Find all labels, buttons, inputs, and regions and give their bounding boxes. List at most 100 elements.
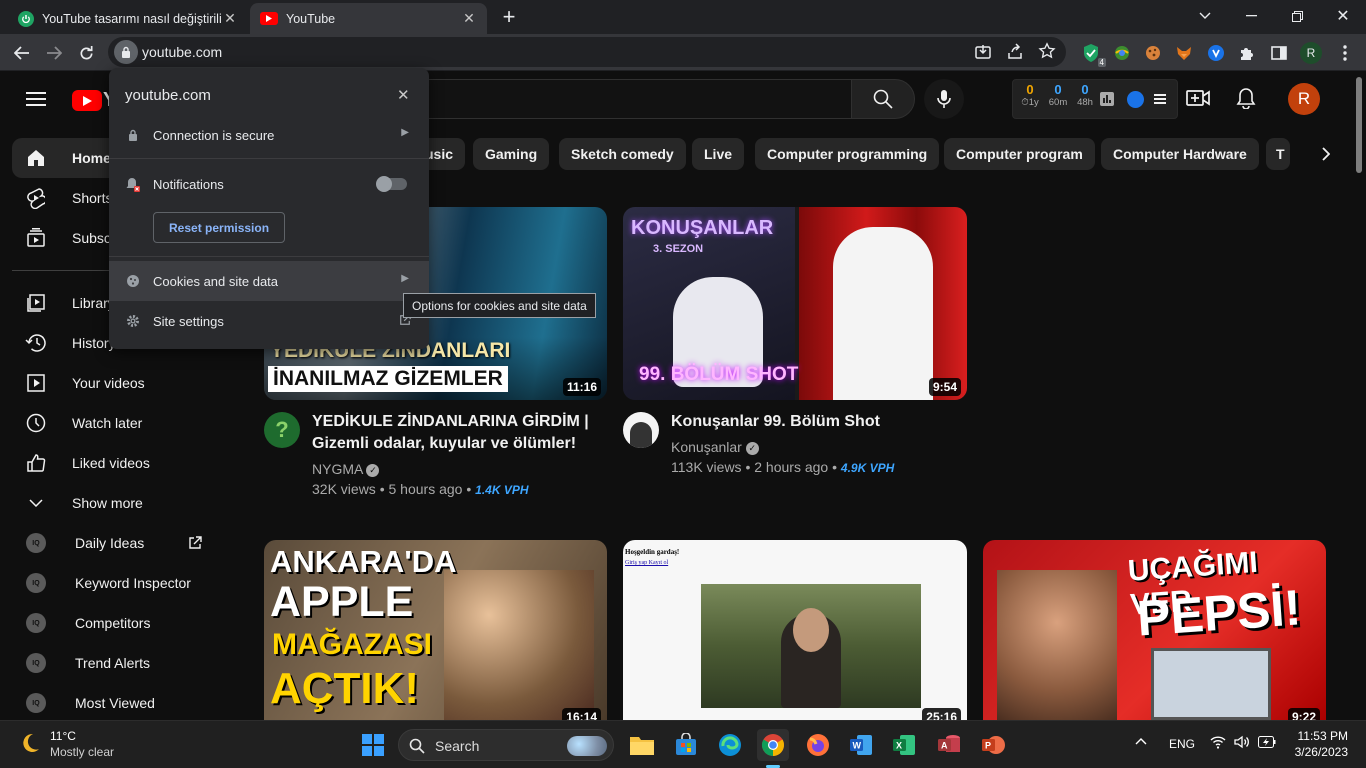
back-icon[interactable] <box>9 40 35 66</box>
youtube-avatar[interactable]: R <box>1288 83 1320 115</box>
access-icon[interactable]: A <box>933 729 965 761</box>
chip-live[interactable]: Live <box>692 138 745 170</box>
vidiq-extension-icon[interactable] <box>1203 40 1229 66</box>
chips-next-button[interactable] <box>1296 134 1344 174</box>
notifications-bell-icon[interactable] <box>1236 87 1256 109</box>
extensions-puzzle-icon[interactable] <box>1234 40 1260 66</box>
clock-date[interactable]: 3/26/2023 <box>1290 745 1348 759</box>
excel-icon[interactable]: X <box>888 729 920 761</box>
sidebar-item-trend-alerts[interactable]: IQ Trend Alerts <box>12 643 228 683</box>
create-video-icon[interactable] <box>1186 88 1210 108</box>
vidiq-icon: IQ <box>26 613 46 633</box>
video-title[interactable]: YEDİKULE ZİNDANLARINA GİRDİM | Gizemli o… <box>312 411 602 455</box>
fox-extension-icon[interactable] <box>1171 40 1197 66</box>
sidebar-item-your-videos[interactable]: Your videos <box>12 363 228 403</box>
close-tab-icon[interactable]: ✕ <box>222 10 238 27</box>
thumbs-up-icon <box>24 451 48 475</box>
close-tab-icon[interactable]: ✕ <box>461 10 477 27</box>
word-icon[interactable]: W <box>845 729 877 761</box>
close-popup-icon[interactable]: ✕ <box>397 86 410 104</box>
sidebar-item-daily-ideas[interactable]: IQ Daily Ideas <box>12 523 228 563</box>
side-panel-icon[interactable] <box>1266 40 1292 66</box>
channel-avatar[interactable] <box>623 412 659 448</box>
lock-icon[interactable] <box>114 40 138 64</box>
chrome-menu-icon[interactable] <box>1332 40 1358 66</box>
chip-partial[interactable]: T <box>1266 138 1290 170</box>
restore-icon[interactable] <box>1282 4 1312 28</box>
chip-computer-programming[interactable]: Computer programming <box>755 138 940 170</box>
new-tab-button[interactable]: + <box>497 4 521 29</box>
video-thumbnail[interactable]: UÇAĞIMI VER PEPSİ! 9:22 <box>983 540 1326 720</box>
start-windows-icon[interactable] <box>357 729 389 761</box>
volume-icon[interactable] <box>1234 735 1250 749</box>
sidebar-item-show-more[interactable]: Show more <box>12 483 228 523</box>
scrollbar-thumb[interactable] <box>1356 77 1362 173</box>
file-explorer-icon[interactable] <box>626 729 658 761</box>
connection-secure-row[interactable]: Connection is secure ▶ <box>109 115 429 155</box>
search-button[interactable] <box>851 79 915 119</box>
notifications-toggle[interactable] <box>376 176 407 192</box>
video-thumbnail[interactable]: Hoşgeldin gardaş! Giriş yap Kayıt ol 25:… <box>623 540 967 720</box>
profile-avatar[interactable]: R <box>1298 40 1324 66</box>
vph-menu-icon[interactable] <box>1154 93 1166 105</box>
chart-icon[interactable] <box>1100 92 1114 106</box>
reload-icon[interactable] <box>73 40 99 66</box>
sidebar-item-most-viewed[interactable]: IQ Most Viewed <box>12 683 228 723</box>
share-icon[interactable] <box>1006 43 1024 61</box>
vph-1y-label: 1y <box>1028 97 1039 108</box>
close-window-icon[interactable]: ✕ <box>1328 4 1358 28</box>
row-label: Connection is secure <box>153 128 275 143</box>
translate-extension-icon[interactable] <box>1109 40 1135 66</box>
video-title[interactable]: Konuşanlar 99. Bölüm Shot <box>671 411 961 433</box>
page-scrollbar[interactable] <box>1352 71 1366 720</box>
wifi-icon[interactable] <box>1210 735 1226 749</box>
cookie-extension-icon[interactable] <box>1140 40 1166 66</box>
address-bar[interactable]: youtube.com <box>108 37 1066 67</box>
forward-icon[interactable] <box>41 40 67 66</box>
vidiq-logo-icon[interactable] <box>1127 91 1144 108</box>
tab-search-icon[interactable] <box>1190 4 1220 28</box>
chrome-icon[interactable] <box>757 729 789 761</box>
weather-desc[interactable]: Mostly clear <box>50 745 114 759</box>
sidebar-item-liked-videos[interactable]: Liked videos <box>12 443 228 483</box>
show-hidden-icons-chevron-up-icon[interactable] <box>1135 737 1147 745</box>
site-settings-row[interactable]: Site settings <box>109 301 429 341</box>
language-indicator[interactable]: ENG <box>1169 737 1195 751</box>
video-thumbnail[interactable]: ANKARA'DA APPLE MAĞAZASI AÇTIK! 16:14 <box>264 540 607 720</box>
voice-search-button[interactable] <box>924 79 964 119</box>
weather-moon-icon[interactable] <box>18 731 42 755</box>
sidebar-item-competitors[interactable]: IQ Competitors <box>12 603 228 643</box>
edge-icon[interactable] <box>714 729 746 761</box>
channel-name[interactable]: NYGMA ✓ <box>312 459 380 479</box>
chip-sketch-comedy[interactable]: Sketch comedy <box>559 138 686 170</box>
store-icon[interactable] <box>670 729 702 761</box>
taskbar-search[interactable]: Search <box>398 729 614 761</box>
cookies-row[interactable]: Cookies and site data ▶ <box>109 261 429 301</box>
shield-extension-icon[interactable]: 4 <box>1078 40 1106 67</box>
tab-youtube[interactable]: YouTube ✕ <box>250 3 487 34</box>
channel-avatar[interactable]: ? <box>264 412 300 448</box>
search-input[interactable] <box>390 79 852 119</box>
chip-computer-hardware[interactable]: Computer Hardware <box>1101 138 1259 170</box>
chip-gaming[interactable]: Gaming <box>473 138 550 170</box>
powerpoint-icon[interactable]: P <box>977 729 1009 761</box>
clock-icon: ⏱ <box>1021 97 1029 108</box>
tab-youtube-design[interactable]: YouTube tasarımı nasıl değiştirilir ✕ <box>8 3 248 34</box>
firefox-icon[interactable] <box>802 729 834 761</box>
hamburger-menu-icon[interactable] <box>26 91 46 107</box>
sidebar-item-keyword-inspector[interactable]: IQ Keyword Inspector <box>12 563 228 603</box>
sidebar-item-watch-later[interactable]: Watch later <box>12 403 228 443</box>
vidiq-vph-widget[interactable]: 0 ⏱1y 0 60m 0 48h <box>1012 79 1178 119</box>
reset-permission-button[interactable]: Reset permission <box>153 212 286 243</box>
person-figure <box>997 570 1117 720</box>
weather-temp[interactable]: 11°C <box>50 729 76 743</box>
chip-computer-program[interactable]: Computer program <box>944 138 1095 170</box>
windows-taskbar: 11°C Mostly clear Search W X A P ENG 11:… <box>0 720 1366 768</box>
clock-time[interactable]: 11:53 PM <box>1296 729 1348 743</box>
bookmark-star-icon[interactable] <box>1038 42 1056 60</box>
video-thumbnail[interactable]: KONUŞANLAR 3. SEZON 99. BÖLÜM SHOT 9:54 <box>623 207 967 400</box>
channel-name[interactable]: Konuşanlar ✓ <box>671 437 759 457</box>
minimize-icon[interactable] <box>1236 4 1266 28</box>
install-app-icon[interactable] <box>974 43 992 61</box>
battery-charging-icon[interactable] <box>1258 736 1276 748</box>
